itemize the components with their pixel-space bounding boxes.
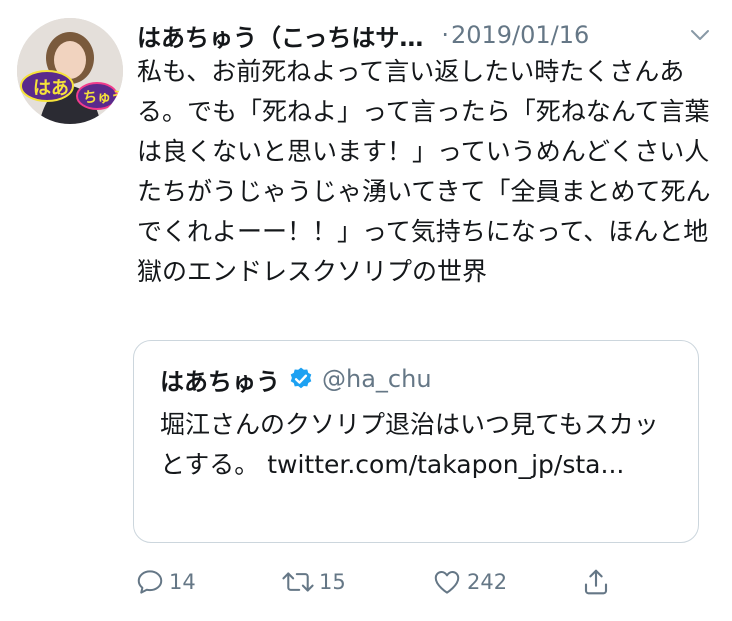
verified-badge-icon [290, 367, 312, 389]
svg-text:はあ: はあ [33, 78, 69, 99]
action-bar: 14 15 242 [133, 562, 633, 602]
tweet-text: 私も、お前死ねよって言い返したい時たくさんある。でも「死ねよ」って言ったら「死ね… [137, 57, 711, 286]
retweet-count: 15 [319, 570, 346, 594]
tweet-header: はあちゅう（こっちはサ… · 2019/01/16 [137, 14, 717, 56]
quoted-tweet-header: はあちゅう @ha_chu [160, 361, 432, 397]
like-button[interactable]: 242 [431, 562, 507, 602]
tweet-date[interactable]: 2019/01/16 [451, 21, 589, 49]
avatar-image: はあ ちゅう [17, 18, 123, 124]
share-button[interactable] [581, 562, 611, 602]
chevron-down-icon[interactable] [687, 22, 713, 48]
retweet-icon [282, 572, 314, 592]
tweet-card: はあ ちゅう はあちゅう（こっちはサ… · 2019/01/16 私も、お前死ね… [0, 0, 732, 621]
reply-icon [137, 570, 163, 594]
quoted-tweet[interactable]: はあちゅう @ha_chu 堀江さんのクソリプ退治はいつ見てもスカッとする。 t… [133, 340, 699, 543]
quoted-handle: @ha_chu [322, 365, 432, 393]
svg-text:ちゅう: ちゅう [83, 90, 123, 106]
avatar[interactable]: はあ ちゅう [17, 18, 123, 124]
share-icon [584, 569, 608, 595]
display-name[interactable]: はあちゅう（こっちはサ… [137, 18, 423, 53]
quoted-display-name: はあちゅう [160, 367, 280, 396]
reply-button[interactable]: 14 [135, 562, 196, 602]
quoted-tweet-text: 堀江さんのクソリプ退治はいつ見てもスカッとする。 twitter.com/tak… [160, 410, 659, 479]
like-count: 242 [467, 570, 508, 594]
heart-icon [434, 571, 460, 594]
separator-dot: · [441, 21, 449, 49]
retweet-button[interactable]: 15 [281, 562, 346, 602]
reply-count: 14 [169, 570, 196, 594]
